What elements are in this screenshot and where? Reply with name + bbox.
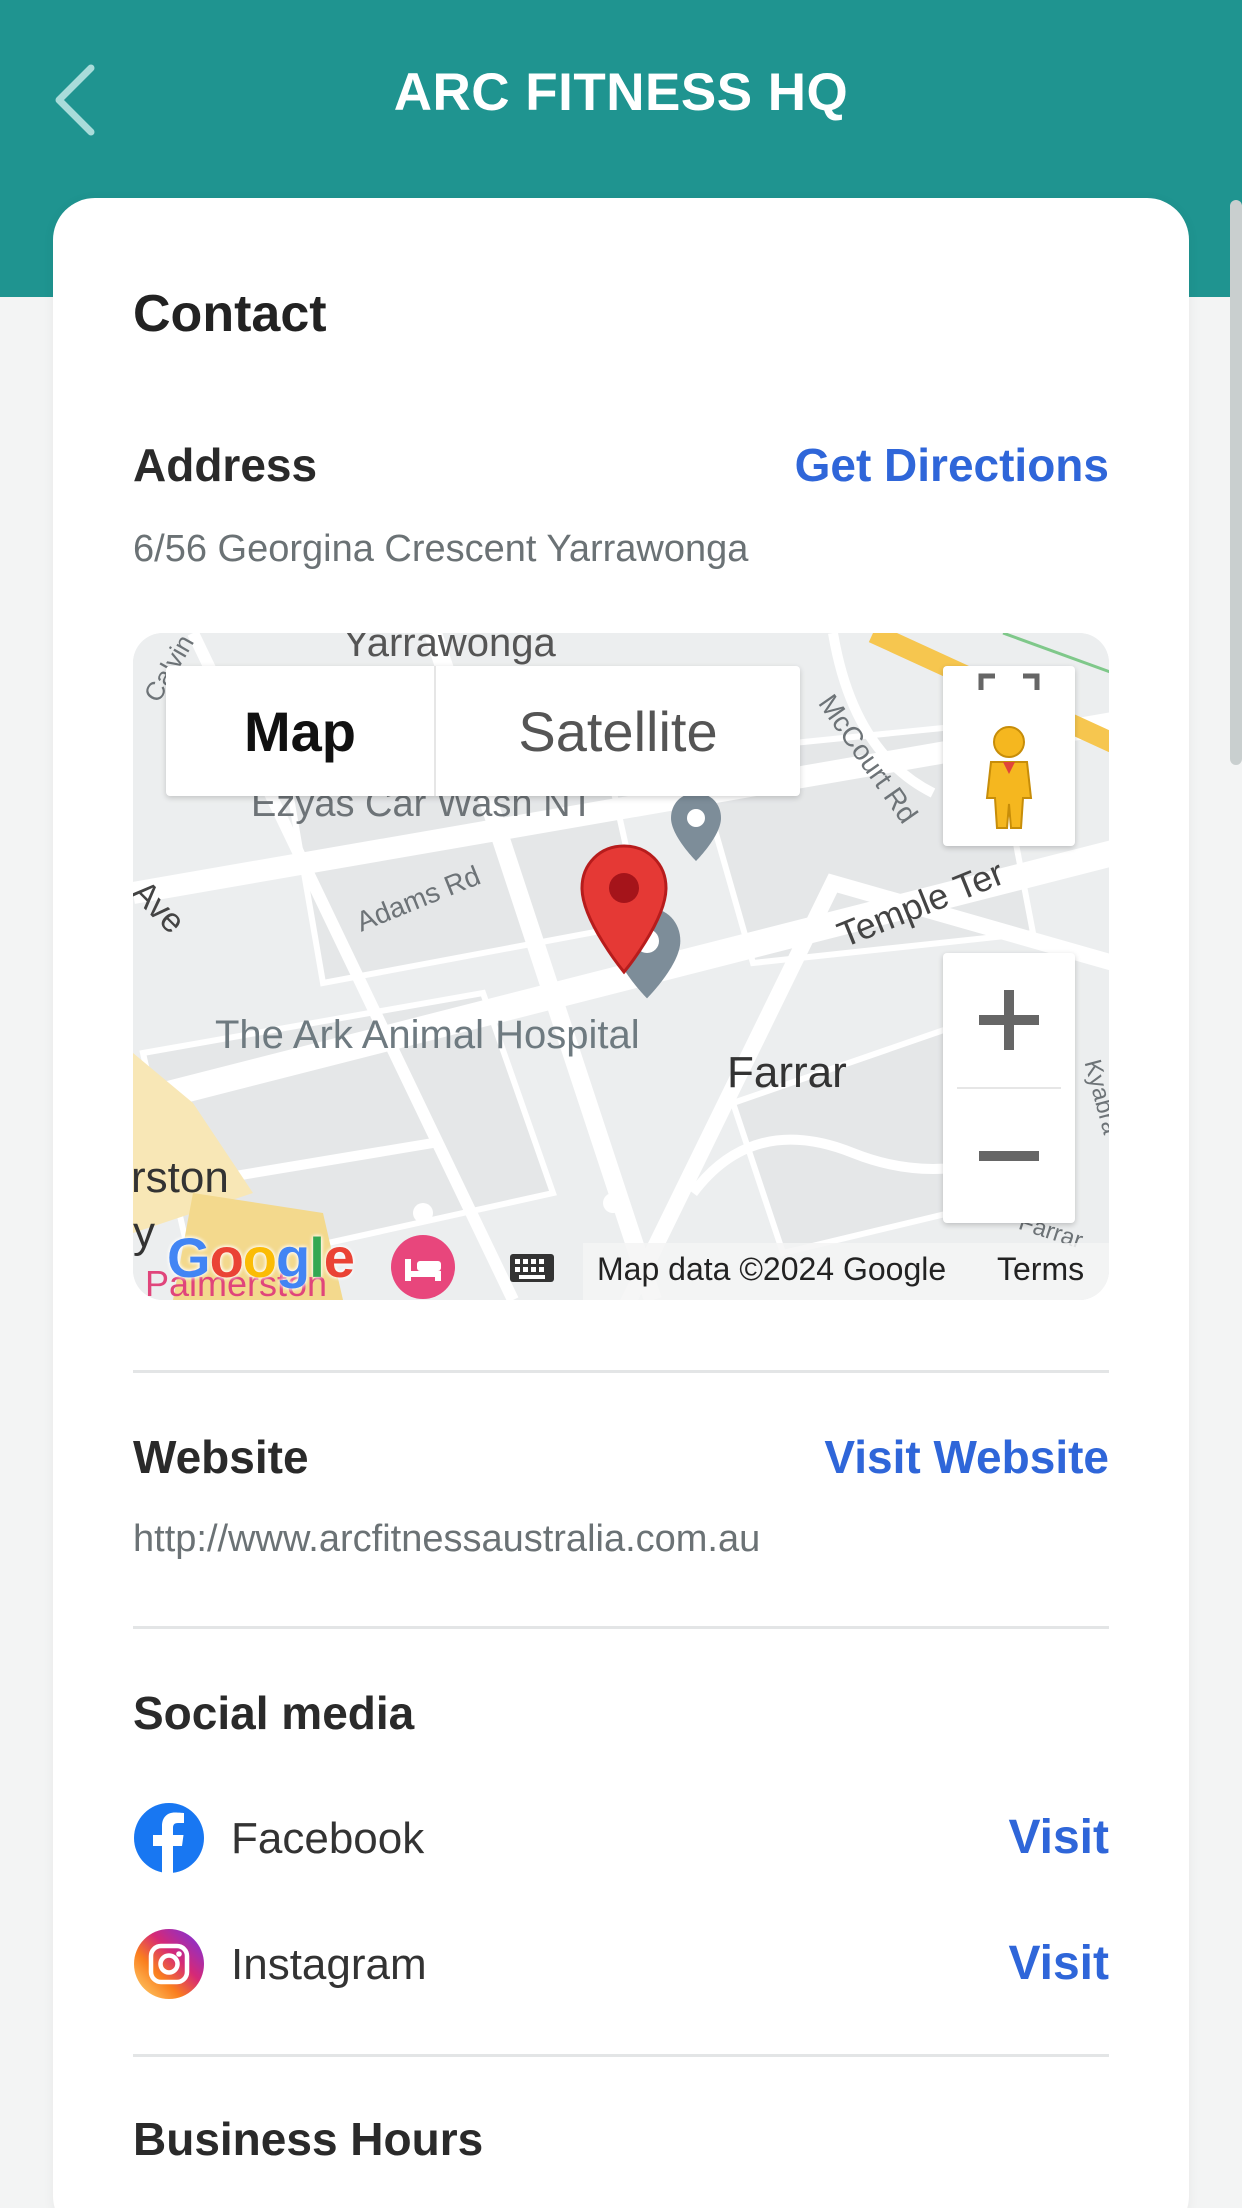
- map-type-toggle: Map Satellite: [166, 666, 800, 796]
- social-item-name: Instagram: [231, 1940, 427, 1989]
- website-label: Website: [133, 1431, 309, 1483]
- business-hours-label: Business Hours: [133, 2113, 484, 2165]
- instagram-visit-link[interactable]: Visit: [1009, 1936, 1110, 1991]
- contact-card: Contact Address Get Directions 6/56 Geor…: [53, 198, 1189, 2208]
- divider: [133, 1626, 1109, 1629]
- address-label: Address: [133, 439, 318, 491]
- keyboard-shortcuts-icon[interactable]: [509, 1253, 555, 1283]
- minus-icon: [979, 1151, 1039, 1161]
- map-label-farrar: Farrar: [727, 1048, 847, 1097]
- poi-pin-icon[interactable]: [669, 791, 723, 863]
- fullscreen-icon[interactable]: [977, 672, 1041, 692]
- plus-icon: [979, 990, 1039, 1050]
- page-title: ARC FITNESS HQ: [393, 63, 849, 122]
- facebook-visit-link[interactable]: Visit: [1009, 1810, 1110, 1865]
- map-attribution: Map data ©2024 Google: [597, 1251, 947, 1287]
- website-url: http://www.arcfitnessaustralia.com.au: [133, 1518, 761, 1560]
- map-label-yarrawonga: Yarrawonga: [343, 633, 556, 665]
- zoom-out-button[interactable]: [943, 1089, 1075, 1223]
- street-view-control[interactable]: [943, 666, 1075, 846]
- pegman-icon[interactable]: [979, 724, 1039, 832]
- get-directions-link[interactable]: Get Directions: [795, 438, 1109, 492]
- map-type-map-button[interactable]: Map: [166, 666, 436, 796]
- map-label-y: y: [133, 1208, 155, 1257]
- map-label-hospital: The Ark Animal Hospital: [215, 1013, 640, 1057]
- contact-heading: Contact: [133, 285, 327, 343]
- divider: [133, 1370, 1109, 1373]
- social-item-instagram[interactable]: Instagram Visit: [133, 1928, 1109, 2008]
- zoom-controls: [943, 953, 1075, 1223]
- zoom-in-button[interactable]: [943, 953, 1075, 1087]
- scrollbar[interactable]: [1230, 200, 1242, 765]
- address-text: 6/56 Georgina Crescent Yarrawonga: [133, 528, 749, 570]
- map-view[interactable]: Yarrawonga Calvin Ezyas Car Wash NT Adam…: [133, 633, 1109, 1300]
- social-item-name: Facebook: [231, 1814, 425, 1863]
- facebook-icon: [134, 1803, 204, 1874]
- visit-website-link[interactable]: Visit Website: [824, 1430, 1109, 1484]
- location-marker-icon[interactable]: [579, 843, 669, 975]
- map-label-rston: rston: [133, 1153, 229, 1202]
- social-media-label: Social media: [133, 1687, 415, 1739]
- social-item-facebook[interactable]: Facebook Visit: [133, 1802, 1109, 1882]
- divider: [133, 2054, 1109, 2057]
- google-logo[interactable]: Google: [167, 1225, 355, 1290]
- instagram-icon: [134, 1929, 204, 1999]
- map-terms-link[interactable]: Terms: [997, 1251, 1084, 1288]
- map-type-satellite-button[interactable]: Satellite: [436, 666, 800, 796]
- hotel-poi-icon[interactable]: [389, 1233, 457, 1300]
